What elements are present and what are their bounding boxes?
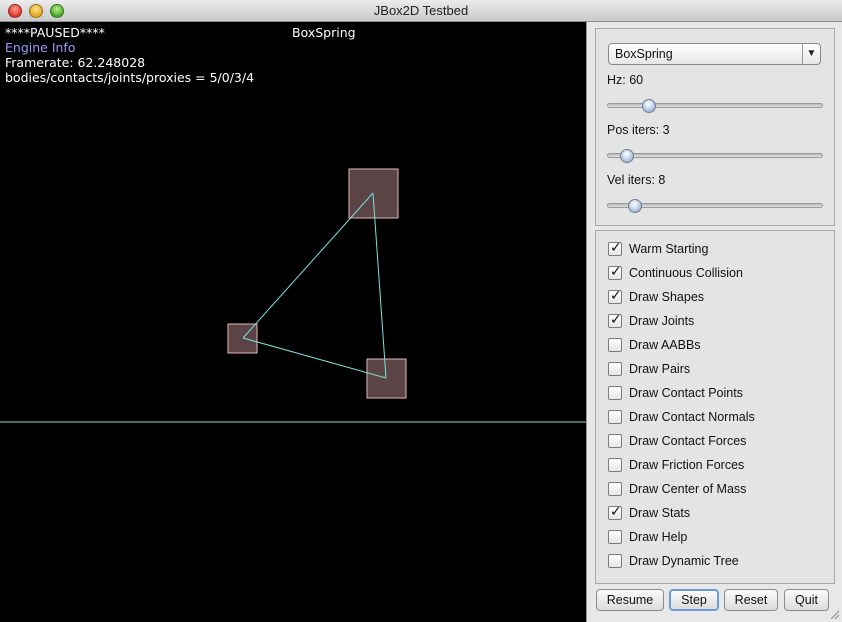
checkbox-draw-joints[interactable]: ✓ Draw Joints xyxy=(608,311,694,331)
reset-button[interactable]: Reset xyxy=(724,589,778,611)
checkbox-box[interactable]: ✓ xyxy=(608,504,622,520)
checkbox-box[interactable]: ✓ xyxy=(608,240,622,256)
checkbox-label: Draw AABBs xyxy=(629,338,701,352)
joint-line xyxy=(242,337,387,379)
framerate-text: Framerate: 62.248028 xyxy=(5,55,146,70)
checkbox-draw-contact-normals[interactable]: ✓ Draw Contact Normals xyxy=(608,407,755,427)
checkbox-label: Draw Help xyxy=(629,530,688,544)
checkmark-icon: ✓ xyxy=(610,504,622,520)
checkbox-label: Draw Friction Forces xyxy=(629,458,745,472)
resume-button[interactable]: Resume xyxy=(596,589,664,611)
settings-group: BoxSpring ▼ Hz: 60 Pos iters: 3 Vel iter… xyxy=(595,28,835,226)
checkbox-draw-dynamic-tree[interactable]: ✓ Draw Dynamic Tree xyxy=(608,551,739,571)
checkbox-box[interactable]: ✓ xyxy=(608,362,622,376)
pos-iters-slider[interactable] xyxy=(607,149,823,163)
title-bar: JBox2D Testbed xyxy=(0,0,842,22)
vel-iters-slider-thumb[interactable] xyxy=(628,199,642,213)
checkbox-label: Draw Stats xyxy=(629,506,691,520)
checkbox-box[interactable]: ✓ xyxy=(608,554,622,568)
vel-iters-slider[interactable] xyxy=(607,199,823,213)
checkbox-label: Draw Pairs xyxy=(629,362,691,376)
dropdown-arrow-icon: ▼ xyxy=(802,44,820,64)
checkbox-draw-aabbs[interactable]: ✓ Draw AABBs xyxy=(608,335,701,355)
checkbox-label: Draw Dynamic Tree xyxy=(629,554,739,568)
checkbox-box[interactable]: ✓ xyxy=(608,288,622,304)
checkbox-label: Continuous Collision xyxy=(629,266,743,280)
checkmark-icon: ✓ xyxy=(610,240,622,256)
hz-slider-label: Hz: 60 xyxy=(607,73,644,87)
checkmark-icon: ✓ xyxy=(610,264,622,280)
checkbox-draw-contact-forces[interactable]: ✓ Draw Contact Forces xyxy=(608,431,746,451)
vel-iters-slider-label: Vel iters: 8 xyxy=(607,173,666,187)
test-select-dropdown[interactable]: BoxSpring ▼ xyxy=(608,43,821,65)
pos-iters-slider-thumb[interactable] xyxy=(620,149,634,163)
draw-options-group: ✓ Warm Starting ✓ Continuous Collision ✓ Dr… xyxy=(595,230,835,584)
checkbox-draw-help[interactable]: ✓ Draw Help xyxy=(608,527,687,547)
checkbox-draw-stats[interactable]: ✓ Draw Stats xyxy=(608,503,690,523)
checkbox-box[interactable]: ✓ xyxy=(608,530,622,544)
checkbox-box[interactable]: ✓ xyxy=(608,410,622,424)
checkbox-label: Draw Contact Points xyxy=(629,386,743,400)
resize-grip-icon[interactable] xyxy=(830,610,840,620)
control-panel: BoxSpring ▼ Hz: 60 Pos iters: 3 Vel iter… xyxy=(586,22,842,622)
checkbox-box[interactable]: ✓ xyxy=(608,458,622,472)
hz-slider-thumb[interactable] xyxy=(642,99,656,113)
body-box-right xyxy=(366,358,407,399)
checkbox-label: Draw Center of Mass xyxy=(629,482,747,496)
engine-info-link[interactable]: Engine Info xyxy=(5,40,75,55)
checkmark-icon: ✓ xyxy=(610,312,622,328)
joint-line xyxy=(242,192,374,339)
checkbox-label: Warm Starting xyxy=(629,242,709,256)
checkbox-label: Draw Contact Forces xyxy=(629,434,747,448)
hz-slider[interactable] xyxy=(607,99,823,113)
window-title: JBox2D Testbed xyxy=(373,3,469,18)
joint-line xyxy=(372,192,387,379)
checkbox-box[interactable]: ✓ xyxy=(608,482,622,496)
checkbox-draw-shapes[interactable]: ✓ Draw Shapes xyxy=(608,287,704,307)
checkbox-draw-contact-points[interactable]: ✓ Draw Contact Points xyxy=(608,383,743,403)
checkbox-draw-pairs[interactable]: ✓ Draw Pairs xyxy=(608,359,690,379)
checkbox-label: Draw Shapes xyxy=(629,290,705,304)
paused-status: ****PAUSED**** xyxy=(5,25,105,40)
stats-counts-text: bodies/contacts/joints/proxies = 5/0/3/4 xyxy=(5,70,255,85)
checkbox-box[interactable]: ✓ xyxy=(608,264,622,280)
checkbox-label: Draw Joints xyxy=(629,314,695,328)
checkbox-warm-starting[interactable]: ✓ Warm Starting xyxy=(608,239,708,259)
body-box-left xyxy=(227,323,258,354)
checkbox-box[interactable]: ✓ xyxy=(608,312,622,328)
simulation-canvas[interactable]: ****PAUSED**** BoxSpring Engine Info Fra… xyxy=(0,22,586,622)
checkbox-box[interactable]: ✓ xyxy=(608,386,622,400)
checkbox-draw-friction-forces[interactable]: ✓ Draw Friction Forces xyxy=(608,455,744,475)
checkbox-box[interactable]: ✓ xyxy=(608,434,622,448)
test-name-label: BoxSpring xyxy=(292,25,356,40)
simulation-scene xyxy=(0,168,586,423)
test-select-value: BoxSpring xyxy=(615,47,673,61)
checkbox-box[interactable]: ✓ xyxy=(608,338,622,352)
checkbox-continuous-collision[interactable]: ✓ Continuous Collision xyxy=(608,263,743,283)
checkmark-icon: ✓ xyxy=(610,288,622,304)
pos-iters-slider-label: Pos iters: 3 xyxy=(607,123,670,137)
step-button[interactable]: Step xyxy=(669,589,719,611)
checkbox-label: Draw Contact Normals xyxy=(629,410,755,424)
quit-button[interactable]: Quit xyxy=(784,589,829,611)
checkbox-draw-center-of-mass[interactable]: ✓ Draw Center of Mass xyxy=(608,479,746,499)
